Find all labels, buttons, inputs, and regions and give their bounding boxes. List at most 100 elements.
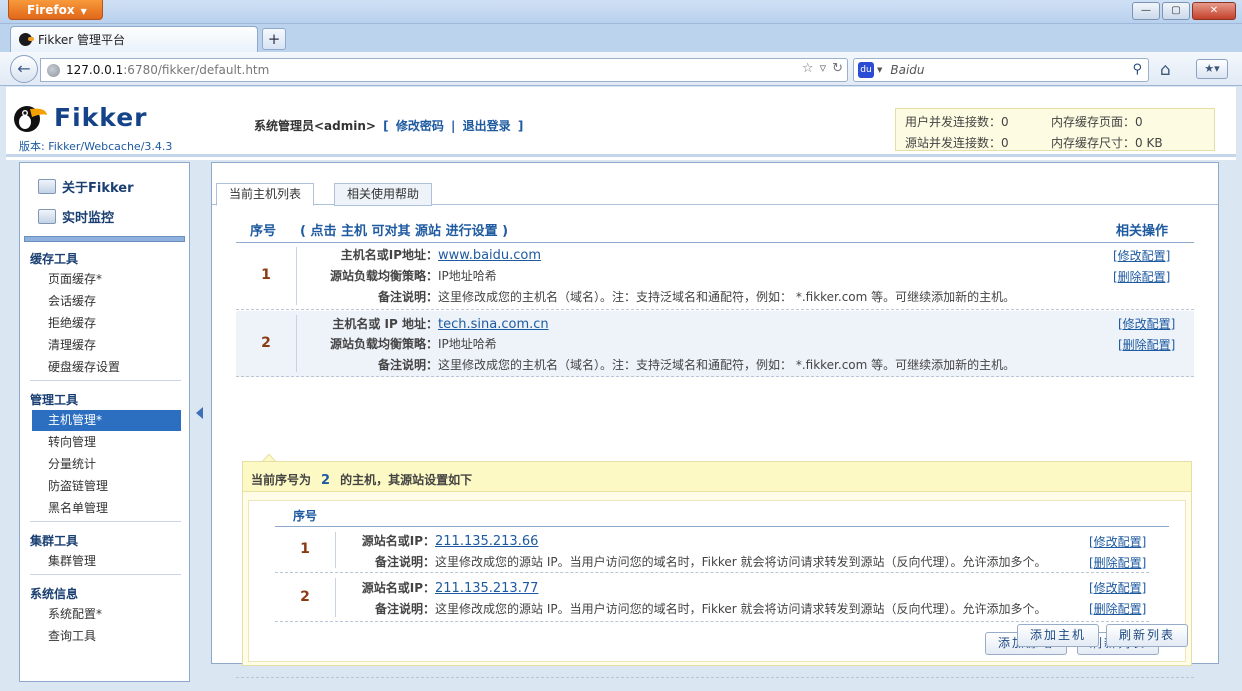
sidebar-item-about[interactable]: 关于Fikker: [38, 177, 134, 196]
sidebar-group-system: 系统信息: [30, 587, 79, 601]
sidebar-divider: [30, 521, 181, 522]
sidebar-item-page-cache[interactable]: 页面缓存*: [32, 269, 181, 290]
delete-origin-link[interactable]: [删除配置]: [1089, 600, 1146, 617]
tab-host-list[interactable]: 当前主机列表: [216, 183, 315, 206]
origin-connections-stat: 源站并发连接数：0: [905, 136, 1009, 150]
add-host-button[interactable]: 添加主机: [1017, 624, 1099, 647]
logout-link[interactable]: 退出登录: [463, 119, 511, 133]
back-button[interactable]: ←: [10, 55, 38, 83]
sidebar-separator-bar: [24, 236, 185, 242]
sidebar-item-host-manage[interactable]: 主机管理*: [32, 410, 181, 431]
page-header: Fikker 版本: Fikker/Webcache/3.4.3 系统管理员<a…: [6, 87, 1236, 157]
sidebar-item-redirect[interactable]: 转向管理: [32, 432, 181, 453]
toucan-logo-icon: [14, 106, 47, 132]
delete-config-link[interactable]: [删除配置]: [1118, 336, 1175, 353]
search-bar[interactable]: du ▼ Baidu ⚲: [853, 58, 1149, 82]
search-placeholder: Baidu: [890, 63, 925, 77]
sidebar-item-monitor[interactable]: 实时监控: [38, 207, 114, 226]
edit-origin-link[interactable]: [修改配置]: [1089, 579, 1146, 596]
sidebar-group-cluster: 集群工具: [30, 534, 79, 548]
content-tabs: 当前主机列表 相关使用帮助: [212, 177, 1218, 206]
host-table-header: 序号 ( 点击 主机 可对其 源站 进行设置 ) 相关操作: [236, 219, 1194, 243]
origin-link[interactable]: 211.135.213.66: [435, 534, 538, 549]
row-index: 1: [300, 541, 310, 557]
home-icon[interactable]: ⌂: [1160, 60, 1171, 80]
row-index: 2: [261, 335, 271, 351]
host-link[interactable]: tech.sina.com.cn: [438, 317, 549, 332]
change-password-link[interactable]: 修改密码: [396, 119, 444, 133]
close-window-button[interactable]: ✕: [1192, 2, 1236, 20]
origin-table-header: 序号: [275, 507, 1169, 527]
col-description: ( 点击 主机 可对其 源站 进行设置 ): [300, 224, 509, 239]
monitor-chart-icon: [38, 209, 56, 224]
tab-title: Fikker 管理平台: [38, 33, 125, 47]
collapse-sidebar-arrow-icon[interactable]: [196, 407, 203, 419]
edit-origin-link[interactable]: [修改配置]: [1089, 533, 1146, 550]
history-dropdown-icon[interactable]: ▿: [820, 61, 827, 76]
sidebar-item-reject-cache[interactable]: 拒绝缓存: [32, 313, 181, 334]
selected-host-number: 2: [321, 473, 331, 488]
globe-icon: [47, 63, 60, 77]
tab-help[interactable]: 相关使用帮助: [334, 183, 433, 206]
firefox-menu-button[interactable]: Firefox ▼: [8, 0, 103, 20]
bookmarks-menu-button[interactable]: ★▾: [1196, 59, 1228, 79]
tab-strip: Fikker 管理平台 +: [0, 24, 1242, 52]
table-row: 1 源站名或IP：211.135.213.66 备注说明：这里修改成您的源站 I…: [275, 528, 1149, 573]
baidu-paw-icon[interactable]: du: [858, 62, 874, 78]
origin-link[interactable]: 211.135.213.77: [435, 581, 538, 596]
user-connections-stat: 用户并发连接数：0: [905, 115, 1009, 129]
version-info: 版本: Fikker/Webcache/3.4.3: [19, 140, 173, 153]
user-bar: 系统管理员<admin> [ 修改密码 | 退出登录 ]: [254, 119, 524, 133]
sidebar-item-hotlink[interactable]: 防盗链管理: [32, 476, 181, 497]
edit-config-link[interactable]: [修改配置]: [1118, 315, 1175, 332]
col-operations: 相关操作: [1116, 224, 1169, 239]
current-user: 系统管理员<admin>: [254, 119, 376, 133]
url-path: :6780/fikker/default.htm: [123, 63, 270, 77]
chevron-down-icon[interactable]: ▼: [877, 66, 882, 74]
table-row[interactable]: 1 主机名或IP地址：www.baidu.com 源站负载均衡策略：IP地址哈希…: [236, 243, 1194, 310]
row-index: 1: [261, 267, 271, 283]
sidebar: 关于Fikker 实时监控 缓存工具 页面缓存* 会话缓存 拒绝缓存 清理缓存 …: [19, 162, 190, 682]
sidebar-item-system-config[interactable]: 系统配置*: [32, 604, 181, 625]
table-row: 2 源站名或IP：211.135.213.77 备注说明：这里修改成您的源站 I…: [275, 574, 1149, 622]
search-icon[interactable]: ⚲: [1132, 62, 1142, 77]
browser-tab[interactable]: Fikker 管理平台: [10, 26, 258, 52]
minimize-button[interactable]: —: [1132, 2, 1160, 20]
chevron-down-icon: ▼: [80, 7, 87, 16]
delete-config-link[interactable]: [删除配置]: [1113, 268, 1170, 285]
row-index: 2: [300, 589, 310, 605]
sidebar-divider: [30, 380, 181, 381]
sidebar-item-clear-cache[interactable]: 清理缓存: [32, 335, 181, 356]
memory-size-stat: 内存缓存尺寸：0 KB: [1051, 136, 1163, 150]
delete-origin-link[interactable]: [删除配置]: [1089, 554, 1146, 571]
table-row-selected[interactable]: 2 主机名或 IP 地址：tech.sina.com.cn 源站负载均衡策略：I…: [236, 311, 1194, 377]
host-link[interactable]: www.baidu.com: [438, 248, 541, 263]
sidebar-item-session-cache[interactable]: 会话缓存: [32, 291, 181, 312]
sidebar-item-cluster[interactable]: 集群管理: [32, 551, 181, 572]
sidebar-item-blacklist[interactable]: 黑名单管理: [32, 498, 181, 519]
main-panel: 当前主机列表 相关使用帮助 序号 ( 点击 主机 可对其 源站 进行设置 ) 相…: [211, 162, 1219, 678]
stats-panel: 用户并发连接数：0 内存缓存页面：0 源站并发连接数：0 内存缓存尺寸：0 KB: [895, 108, 1215, 151]
edit-config-link[interactable]: [修改配置]: [1113, 247, 1170, 264]
col-index: 序号: [250, 224, 277, 239]
reload-icon[interactable]: ↻: [832, 61, 843, 76]
fikker-favicon-icon: [19, 33, 34, 46]
sidebar-group-cache: 缓存工具: [30, 252, 79, 266]
sidebar-item-query-tool[interactable]: 查询工具: [32, 626, 181, 647]
page: Fikker 版本: Fikker/Webcache/3.4.3 系统管理员<a…: [6, 87, 1236, 691]
maximize-button[interactable]: ▢: [1162, 2, 1190, 20]
url-bar[interactable]: 127.0.0.1:6780/fikker/default.htm ☆ ▿ ↻: [40, 58, 848, 82]
bookmark-star-icon[interactable]: ☆: [802, 61, 814, 76]
new-tab-button[interactable]: +: [262, 28, 286, 50]
about-image-icon: [38, 179, 56, 194]
window-titlebar: Firefox ▼ — ▢ ✕: [0, 0, 1242, 24]
navigation-toolbar: ← 127.0.0.1:6780/fikker/default.htm ☆ ▿ …: [0, 52, 1242, 86]
logo-text: Fikker: [54, 103, 148, 132]
fikker-logo: Fikker: [12, 99, 182, 139]
sidebar-divider: [30, 574, 181, 575]
sidebar-item-disk-cache[interactable]: 硬盘缓存设置: [32, 357, 181, 378]
sidebar-group-manage: 管理工具: [30, 393, 79, 407]
sidebar-item-stats[interactable]: 分量统计: [32, 454, 181, 475]
refresh-host-list-button[interactable]: 刷新列表: [1106, 624, 1188, 647]
memory-pages-stat: 内存缓存页面：0: [1051, 115, 1143, 129]
